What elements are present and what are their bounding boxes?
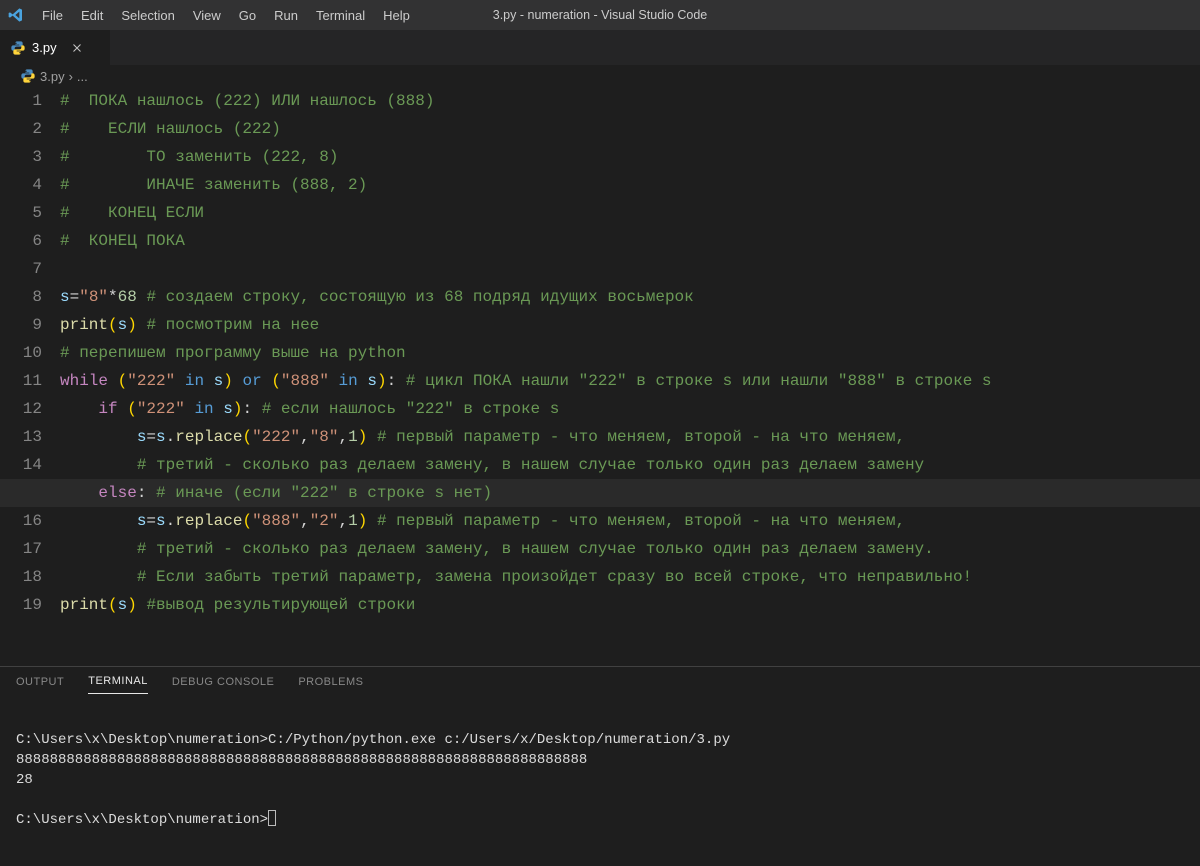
breadcrumb-more: ... [77,69,88,84]
terminal-output[interactable]: C:\Users\x\Desktop\numeration>C:/Python/… [0,698,1200,866]
code-line[interactable]: # ПОКА нашлось (222) ИЛИ нашлось (888) [60,87,1200,115]
menu-file[interactable]: File [34,4,71,27]
line-number: 2 [0,115,42,143]
line-number: 17 [0,535,42,563]
code-line[interactable]: else: # иначе (если "222" в строке s нет… [60,479,1200,507]
code-line[interactable]: s=s.replace("222","8",1) # первый параме… [60,423,1200,451]
vscode-logo-icon [8,7,24,23]
panel-tab-output[interactable]: OUTPUT [16,676,64,694]
line-number: 19 [0,591,42,619]
code-line[interactable]: # КОНЕЦ ЕСЛИ [60,199,1200,227]
code-line[interactable]: # КОНЕЦ ПОКА [60,227,1200,255]
editor-wrap: 12345678910111213141516171819 # ПОКА наш… [0,87,1200,866]
panel-tab-terminal[interactable]: TERMINAL [88,675,148,694]
code-line[interactable]: s=s.replace("888","2",1) # первый параме… [60,507,1200,535]
line-number: 16 [0,507,42,535]
code-line[interactable] [60,255,1200,283]
line-number: 4 [0,171,42,199]
code-line[interactable]: # третий - сколько раз делаем замену, в … [60,535,1200,563]
line-number: 7 [0,255,42,283]
line-number: 10 [0,339,42,367]
breadcrumb-sep: › [69,69,73,84]
line-number: 6 [0,227,42,255]
code-line[interactable]: # ТО заменить (222, 8) [60,143,1200,171]
editor-tabs: 3.py [0,30,1200,65]
line-number: 18 [0,563,42,591]
python-file-icon [20,68,36,84]
breadcrumb[interactable]: 3.py › ... [0,65,1200,87]
menu-help[interactable]: Help [375,4,418,27]
menu-view[interactable]: View [185,4,229,27]
code-editor[interactable]: 12345678910111213141516171819 # ПОКА наш… [0,87,1200,666]
panel-tabs: OUTPUT TERMINAL DEBUG CONSOLE PROBLEMS [0,667,1200,698]
close-icon[interactable] [69,40,85,56]
line-number: 1 [0,87,42,115]
code-line[interactable]: # перепишем программу выше на python [60,339,1200,367]
code-line[interactable]: # третий - сколько раз делаем замену, в … [60,451,1200,479]
panel-tab-problems[interactable]: PROBLEMS [298,676,363,694]
code-line[interactable]: # ЕСЛИ нашлось (222) [60,115,1200,143]
code-line[interactable]: # ИНАЧЕ заменить (888, 2) [60,171,1200,199]
line-number-gutter: 12345678910111213141516171819 [0,87,60,666]
line-number: 8 [0,283,42,311]
terminal-line: C:\Users\x\Desktop\numeration>C:/Python/… [16,732,730,748]
menu-run[interactable]: Run [266,4,306,27]
python-file-icon [10,40,26,56]
line-number: 5 [0,199,42,227]
menu-edit[interactable]: Edit [73,4,111,27]
terminal-line: 28 [16,772,33,788]
window-title: 3.py - numeration - Visual Studio Code [493,8,707,22]
line-number: 3 [0,143,42,171]
line-number: 9 [0,311,42,339]
code-line[interactable]: while ("222" in s) or ("888" in s): # ци… [60,367,1200,395]
code-line[interactable]: print(s) # посмотрим на нее [60,311,1200,339]
terminal-cursor-icon [268,810,276,826]
menubar: FileEditSelectionViewGoRunTerminalHelp [34,4,418,27]
line-number: 12 [0,395,42,423]
line-number: 14 [0,451,42,479]
panel-tab-debug-console[interactable]: DEBUG CONSOLE [172,676,274,694]
editor-tab[interactable]: 3.py [0,30,110,65]
titlebar: FileEditSelectionViewGoRunTerminalHelp 3… [0,0,1200,30]
menu-selection[interactable]: Selection [113,4,182,27]
tab-label: 3.py [32,40,57,55]
bottom-panel: OUTPUT TERMINAL DEBUG CONSOLE PROBLEMS C:\U… [0,666,1200,866]
code-line[interactable]: if ("222" in s): # если нашлось "222" в … [60,395,1200,423]
menu-go[interactable]: Go [231,4,264,27]
code-line[interactable]: # Если забыть третий параметр, замена пр… [60,563,1200,591]
breadcrumb-file: 3.py [40,69,65,84]
code-line[interactable]: print(s) #вывод результирующей строки [60,591,1200,619]
code-line[interactable]: s="8"*68 # создаем строку, состоящую из … [60,283,1200,311]
terminal-line: 8888888888888888888888888888888888888888… [16,752,587,768]
code-area[interactable]: # ПОКА нашлось (222) ИЛИ нашлось (888)# … [60,87,1200,666]
line-number: 11 [0,367,42,395]
menu-terminal[interactable]: Terminal [308,4,373,27]
terminal-prompt: C:\Users\x\Desktop\numeration> [16,812,268,828]
line-number: 13 [0,423,42,451]
